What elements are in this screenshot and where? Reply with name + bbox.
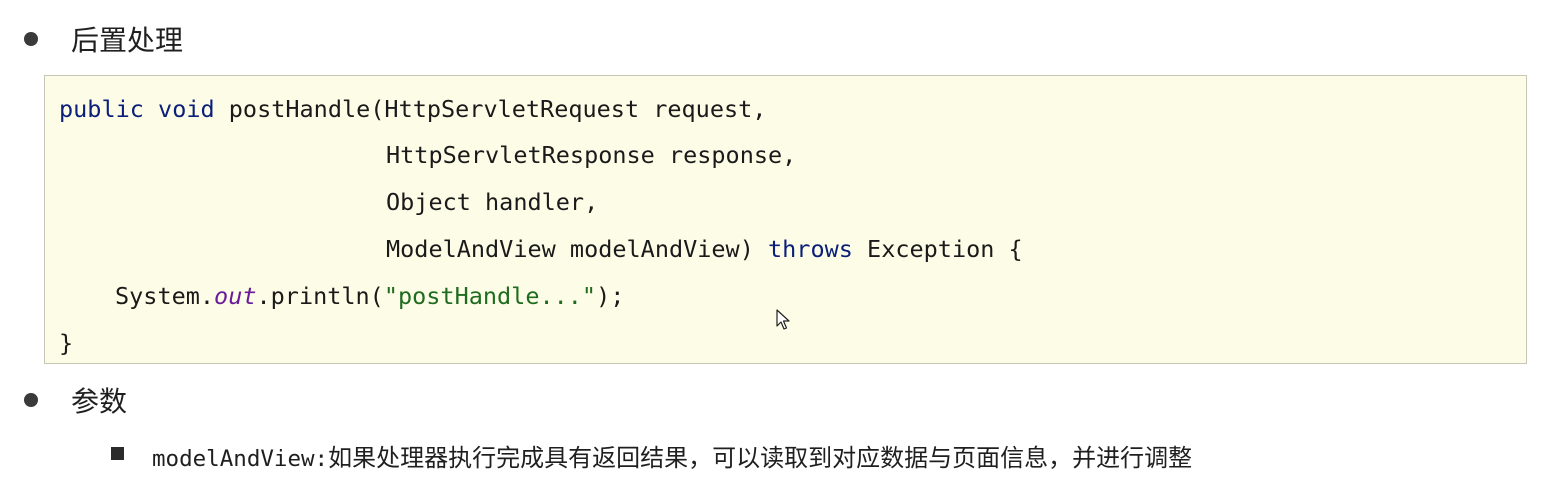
param-description: modelAndView:如果处理器执行完成具有返回结果，可以读取到对应数据与页… (152, 438, 1192, 473)
code-println: .println( (256, 282, 384, 310)
code-statement-end: ); (596, 282, 625, 310)
code-line-5: System.out.println("postHandle..."); (115, 281, 624, 311)
code-line-3: Object handler, (386, 187, 598, 217)
code-line-6: } (59, 328, 73, 358)
section-heading-params: 参数 (71, 385, 128, 418)
keyword-public: public (59, 95, 144, 123)
code-string-literal: "postHandle..." (383, 282, 597, 310)
square-bullet-icon (111, 447, 124, 460)
code-param-response: HttpServletResponse response, (386, 141, 797, 169)
code-line-4: ModelAndView modelAndView) throws Except… (386, 234, 1023, 264)
mouse-cursor-icon (776, 309, 790, 330)
code-system: System. (115, 282, 215, 310)
bullet-icon (24, 393, 38, 407)
keyword-void: void (158, 95, 215, 123)
code-line-1: public void postHandle(HttpServletReques… (59, 94, 766, 124)
code-param-model-and-view: ModelAndView modelAndView) (386, 235, 769, 263)
code-method-signature: postHandle(HttpServletRequest request, (214, 95, 767, 123)
code-exception: Exception { (852, 235, 1023, 263)
param-term: modelAndView: (152, 446, 329, 472)
keyword-throws: throws (768, 235, 853, 263)
code-static-field-out: out (214, 282, 257, 310)
code-line-2: HttpServletResponse response, (386, 140, 796, 170)
section-heading-post-handle: 后置处理 (71, 24, 184, 57)
code-closing-brace: } (59, 329, 74, 357)
param-detail: 如果处理器执行完成具有返回结果，可以读取到对应数据与页面信息，并进行调整 (328, 444, 1193, 472)
code-param-handler: Object handler, (386, 188, 599, 216)
bullet-icon (24, 32, 38, 46)
